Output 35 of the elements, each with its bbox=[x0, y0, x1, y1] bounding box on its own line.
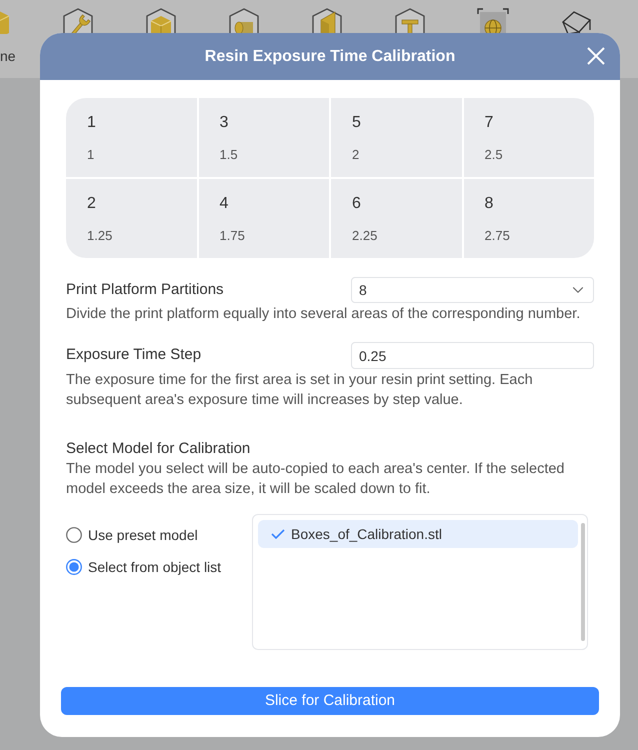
area-number: 5 bbox=[352, 113, 361, 133]
field-description: Divide the print platform equally into several areas of the corresponding number. bbox=[66, 305, 582, 324]
exposure-time: 2.75 bbox=[484, 227, 510, 245]
radio-option[interactable]: Select from object list bbox=[66, 557, 222, 577]
area-number: 2 bbox=[87, 194, 96, 214]
area-number: 4 bbox=[220, 194, 228, 214]
input-field[interactable]: 0.25 bbox=[351, 342, 594, 369]
close-button[interactable] bbox=[586, 46, 606, 66]
exposure-time: 2.5 bbox=[484, 146, 503, 164]
area-number: 7 bbox=[484, 113, 494, 133]
area-number: 1 bbox=[87, 113, 96, 133]
field-label: Exposure Time Step bbox=[66, 345, 202, 366]
field-label: Print Platform Partitions bbox=[66, 280, 224, 300]
model-list-item[interactable]: Boxes_of_Calibration.stl bbox=[258, 520, 578, 548]
scrollbar[interactable] bbox=[581, 523, 585, 641]
tool-label: ne bbox=[0, 48, 16, 64]
area-number: 6 bbox=[352, 194, 361, 214]
exposure-time: 1.5 bbox=[220, 146, 238, 164]
select-value: 8 bbox=[359, 280, 367, 300]
field-description: The exposure time for the first area is set in your resin print setting. Each subsequent area's exposure time will increases by step value. bbox=[66, 371, 534, 410]
section-description: The model you select will be auto-copied to each area's center. If the selected model exceeds the area size, it will be scaled down to fit. bbox=[66, 460, 566, 499]
exposure-time: 1 bbox=[87, 146, 94, 164]
close-icon bbox=[587, 47, 605, 65]
exposure-time: 1.75 bbox=[220, 227, 245, 245]
area-number: 3 bbox=[220, 113, 228, 133]
section-title: Select Model for Calibration bbox=[66, 439, 252, 459]
exposure-time: 1.25 bbox=[87, 227, 112, 245]
select-field[interactable]: 8 bbox=[351, 277, 594, 303]
exposure-time: 2.25 bbox=[352, 227, 378, 245]
exposure-time: 2 bbox=[352, 146, 360, 164]
model-name: Boxes_of_Calibration.stl bbox=[291, 524, 442, 544]
check-icon bbox=[271, 529, 285, 539]
radio-option[interactable]: Use preset model bbox=[66, 525, 198, 545]
area-number: 8 bbox=[484, 194, 494, 214]
dialog-title: Resin Exposure Time Calibration bbox=[204, 46, 456, 66]
